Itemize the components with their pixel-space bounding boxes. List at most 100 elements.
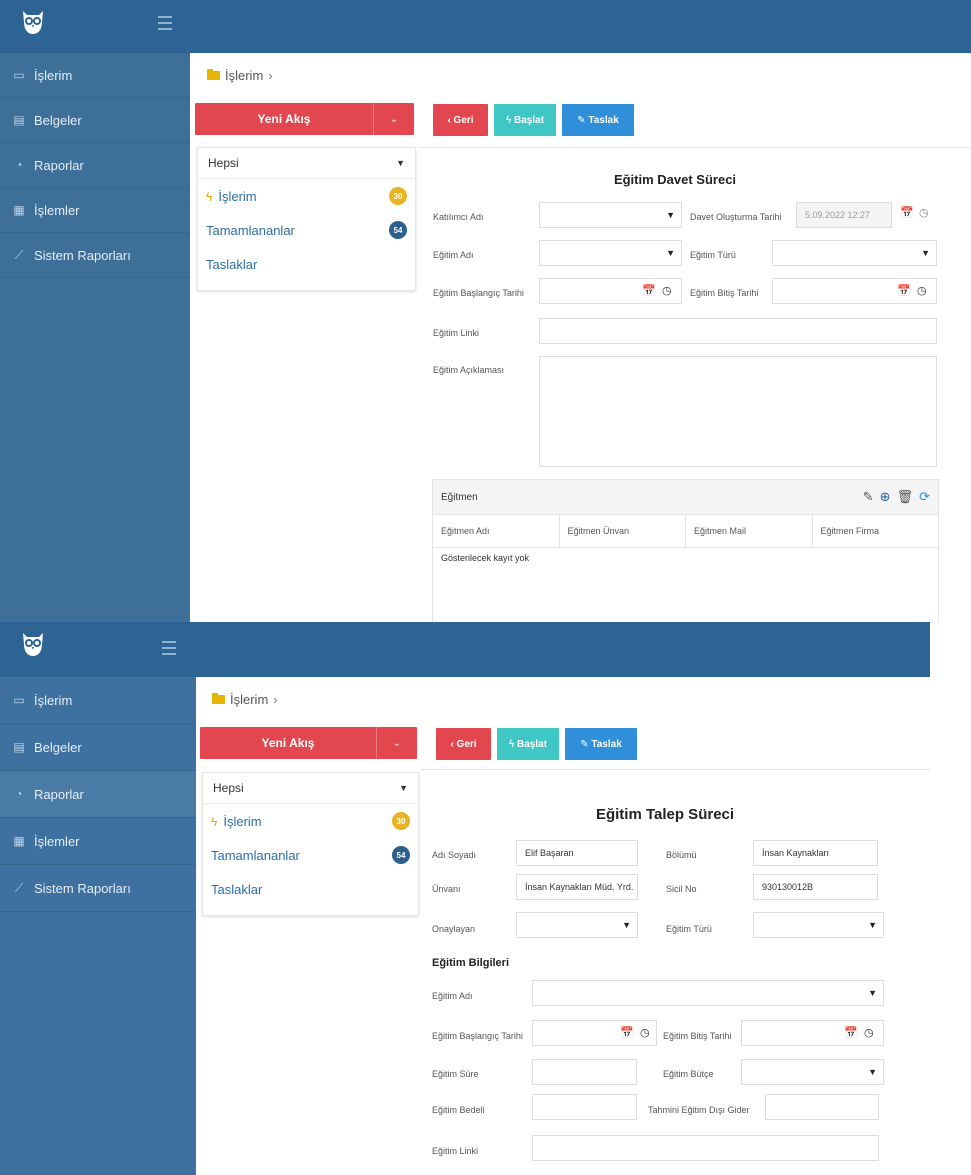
flow-filter-select[interactable]: Hepsi ▼ — [198, 148, 415, 179]
draft-button[interactable]: ✎ Taslak — [565, 728, 637, 760]
training-name-select[interactable]: ▼ — [539, 240, 682, 266]
section-title: Eğitim Bilgileri — [432, 957, 510, 969]
flow-filter-value: Hepsi — [213, 781, 244, 795]
folder-icon — [207, 69, 220, 80]
clock-icon[interactable]: ◷ — [917, 284, 927, 297]
flow-item-tamamlananlar[interactable]: Tamamlananlar 54 — [203, 838, 418, 872]
clock-icon[interactable]: ◷ — [919, 206, 929, 219]
registry-field[interactable]: 930130012B — [753, 874, 878, 900]
count-badge: 54 — [392, 846, 410, 864]
sidebar-item-sistem-raporlari[interactable]: ⟋ Sistem Raporları — [0, 865, 196, 912]
name-field[interactable]: Elif Başaran — [516, 840, 638, 866]
document-icon: ▤ — [13, 740, 25, 754]
sidebar-item-raporlar[interactable]: ◔ Raporlar — [0, 771, 196, 818]
start-button[interactable]: ϟ Başlat — [497, 728, 559, 760]
link-input[interactable] — [532, 1135, 879, 1161]
invite-date-field[interactable]: 5.09.2022 12:27 — [796, 202, 892, 228]
flow-item-tamamlananlar[interactable]: Tamamlananlar 54 — [198, 213, 415, 247]
flow-item-islerim[interactable]: ϟ İşlerim 30 — [198, 179, 415, 213]
back-button[interactable]: ‹ Geri — [433, 104, 488, 136]
list-icon: ▦ — [13, 834, 25, 848]
duration-label: Eğitim Süre — [432, 1069, 479, 1079]
column-header[interactable]: Eğitmen Adı — [433, 515, 560, 547]
list-icon: ▦ — [13, 203, 25, 217]
sidebar-item-label: Sistem Raporları — [34, 247, 131, 263]
add-icon[interactable]: ⊕ — [880, 489, 891, 505]
bolt-icon: ϟ — [206, 189, 213, 204]
extra-cost-input[interactable] — [765, 1094, 879, 1120]
flow-item-islerim[interactable]: ϟ İşlerim 30 — [203, 804, 418, 838]
clock-icon[interactable]: ◷ — [864, 1026, 874, 1039]
calendar-icon[interactable]: 📅 — [900, 206, 914, 219]
caret-down-icon: ▼ — [396, 158, 405, 168]
calendar-icon[interactable]: 📅 — [642, 284, 656, 297]
back-button[interactable]: ‹ Geri — [436, 728, 491, 760]
edit-icon[interactable]: ✎ — [863, 489, 874, 505]
budget-select[interactable]: ▼ — [741, 1059, 884, 1085]
flow-item-taslaklar[interactable]: Taslaklar — [203, 872, 418, 906]
sidebar-item-belgeler[interactable]: ▤ Belgeler — [0, 98, 190, 143]
budget-label: Eğitim Bütçe — [663, 1069, 714, 1079]
title-label: Ünvanı — [432, 884, 461, 894]
calendar-icon[interactable]: 📅 — [844, 1026, 858, 1039]
sidebar-item-raporlar[interactable]: ◔ Raporlar — [0, 143, 190, 188]
training-type-select[interactable]: ▼ — [772, 240, 937, 266]
sidebar-item-islerim[interactable]: ▭ İşlerim — [0, 677, 196, 724]
clock-icon[interactable]: ◷ — [662, 284, 672, 297]
sidebar-item-sistem-raporlari[interactable]: ⟋ Sistem Raporları — [0, 233, 190, 278]
sidebar: ▭ İşlerim ▤ Belgeler ◔ Raporlar ▦ İşleml… — [0, 53, 190, 622]
chevron-down-icon[interactable]: ⌄ — [376, 727, 417, 759]
duration-input[interactable] — [532, 1059, 637, 1085]
breadcrumb-separator: › — [268, 68, 273, 83]
line-chart-icon: ⟋ — [14, 880, 24, 895]
breadcrumb-label[interactable]: İşlerim — [230, 692, 268, 707]
sidebar-item-belgeler[interactable]: ▤ Belgeler — [0, 724, 196, 771]
draft-button[interactable]: ✎ Taslak — [562, 104, 634, 136]
logo-area — [0, 622, 196, 677]
title-field[interactable]: İnsan Kaynakları Müd. Yrd. — [516, 874, 638, 900]
calendar-icon[interactable]: 📅 — [897, 284, 911, 297]
start-date-field[interactable]: 📅 ◷ — [539, 278, 682, 304]
flow-item-taslaklar[interactable]: Taslaklar — [198, 247, 415, 281]
sidebar-item-islemler[interactable]: ▦ İşlemler — [0, 188, 190, 233]
menu-toggle-icon[interactable] — [158, 16, 172, 34]
training-type-select[interactable]: ▼ — [753, 912, 884, 938]
delete-icon[interactable]: 🗑 — [897, 489, 914, 505]
training-type-label: Eğitim Türü — [690, 250, 736, 260]
registry-label: Sicil No — [666, 884, 697, 894]
flow-filter-select[interactable]: Hepsi ▼ — [203, 773, 418, 804]
column-header[interactable]: Eğitmen Firma — [813, 515, 939, 547]
approver-select[interactable]: ▼ — [516, 912, 638, 938]
calendar-icon[interactable]: 📅 — [620, 1026, 634, 1039]
clock-icon[interactable]: ◷ — [640, 1026, 650, 1039]
start-date-field[interactable]: 📅 ◷ — [532, 1020, 657, 1046]
invite-date-label: Davet Oluşturma Tarihi — [690, 212, 782, 222]
breadcrumb-label[interactable]: İşlerim — [225, 68, 263, 83]
sidebar-item-islemler[interactable]: ▦ İşlemler — [0, 818, 196, 865]
sidebar-item-islerim[interactable]: ▭ İşlerim — [0, 53, 190, 98]
caret-down-icon: ▼ — [666, 248, 675, 258]
description-textarea[interactable] — [539, 356, 937, 467]
start-button[interactable]: ϟ Başlat — [494, 104, 556, 136]
refresh-icon[interactable]: ⟳ — [919, 489, 930, 505]
cost-input[interactable] — [532, 1094, 637, 1120]
folder-icon — [212, 693, 225, 704]
column-header[interactable]: Eğitmen Ünvan — [560, 515, 686, 547]
training-name-select[interactable]: ▼ — [532, 980, 884, 1006]
end-date-field[interactable]: 📅 ◷ — [741, 1020, 884, 1046]
name-label: Adı Soyadı — [432, 850, 477, 860]
new-flow-button[interactable]: Yeni Akış ⌄ — [200, 727, 417, 759]
menu-toggle-icon[interactable] — [162, 641, 176, 659]
caret-down-icon: ▼ — [868, 920, 877, 930]
flow-item-label: Taslaklar — [211, 881, 263, 897]
owl-logo-icon — [23, 11, 43, 34]
department-field[interactable]: İnsan Kaynakları — [753, 840, 878, 866]
link-input[interactable] — [539, 318, 937, 344]
end-date-field[interactable]: 📅 ◷ — [772, 278, 937, 304]
chevron-down-icon[interactable]: ⌄ — [373, 103, 414, 135]
column-header[interactable]: Eğitmen Mail — [686, 515, 813, 547]
sidebar-item-label: İşlemler — [34, 202, 80, 218]
new-flow-button[interactable]: Yeni Akış ⌄ — [195, 103, 414, 135]
participant-select[interactable]: ▼ — [539, 202, 682, 228]
start-date-label: Eğitim Başlangıç Tarihi — [433, 288, 524, 298]
